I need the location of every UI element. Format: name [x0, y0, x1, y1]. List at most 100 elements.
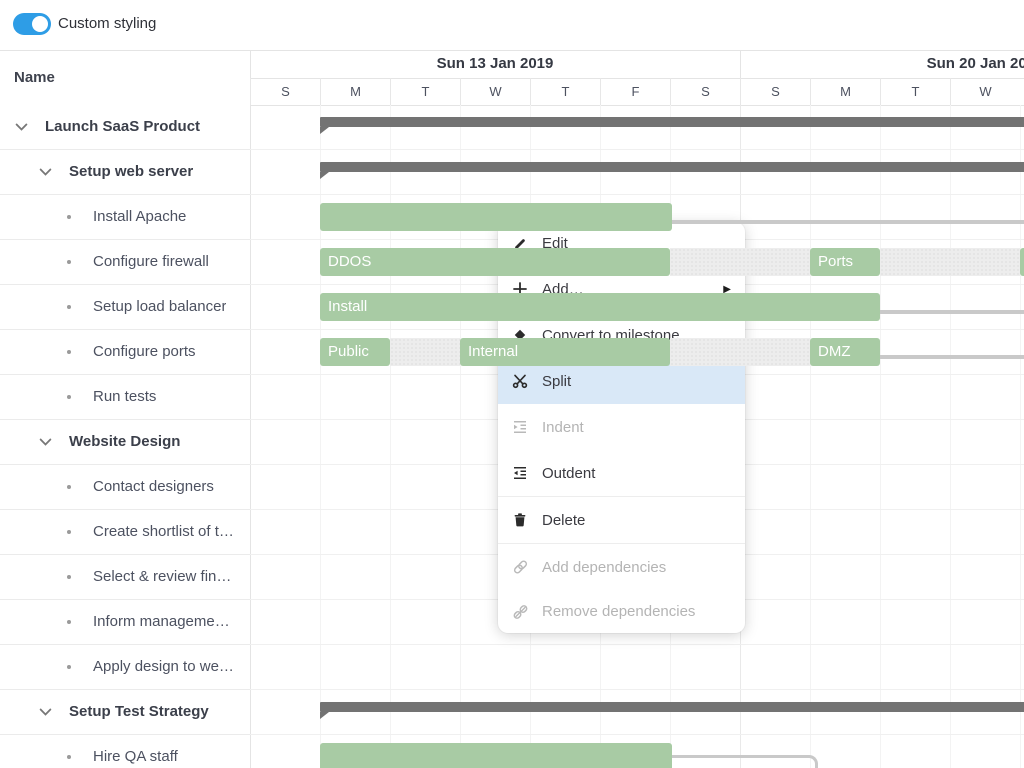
leaf-bullet-icon	[58, 510, 80, 554]
leaf-bullet-icon	[58, 735, 80, 768]
tree-row-website-design[interactable]: Website Design	[0, 420, 250, 465]
task-name-label: Setup web server	[69, 150, 193, 194]
split-gap-segment[interactable]	[670, 248, 810, 276]
menu-item-add-dependencies: Add dependencies	[498, 544, 745, 590]
outdent-icon	[512, 465, 532, 481]
leaf-bullet-icon	[58, 465, 80, 509]
day-header-cell: T	[390, 78, 460, 105]
expand-chevron-down-icon[interactable]	[34, 690, 56, 734]
task-bar-segment[interactable]	[320, 203, 672, 231]
task-bar-segment[interactable]	[320, 743, 672, 768]
name-column-header[interactable]: Name	[14, 50, 55, 105]
leaf-bullet-icon	[58, 600, 80, 644]
custom-styling-label: Custom styling	[58, 15, 156, 32]
dependency-line	[880, 355, 1024, 359]
expand-chevron-down-icon[interactable]	[34, 420, 56, 464]
summary-task-bar[interactable]	[320, 702, 1024, 712]
day-header-cell: S	[740, 78, 810, 105]
tree-row-apply-design-to-we-[interactable]: Apply design to we…	[0, 645, 250, 690]
menu-item-label: Add dependencies	[542, 559, 666, 576]
tree-row-setup-test-strategy[interactable]: Setup Test Strategy	[0, 690, 250, 735]
scissors-icon	[512, 373, 532, 389]
task-bar-segment-ports[interactable]: Ports	[810, 248, 880, 276]
expand-chevron-down-icon[interactable]	[34, 150, 56, 194]
leaf-bullet-icon	[58, 330, 80, 374]
indent-icon	[512, 419, 532, 435]
expand-chevron-down-icon[interactable]	[10, 105, 32, 149]
menu-item-label: Delete	[542, 512, 585, 529]
day-header-cell: T	[880, 78, 950, 105]
leaf-bullet-icon	[58, 195, 80, 239]
dependency-line	[672, 755, 818, 768]
leaf-bullet-icon	[58, 240, 80, 284]
week-header-0: Sun 13 Jan 2019	[250, 50, 740, 78]
day-header-cell: S	[250, 78, 320, 105]
task-name-label: Website Design	[69, 420, 180, 464]
task-name-label: Apply design to we…	[93, 645, 234, 689]
leaf-bullet-icon	[58, 285, 80, 329]
tree-row-hire-qa-staff[interactable]: Hire QA staff	[0, 735, 250, 768]
task-bar-segment-install[interactable]: Install	[320, 293, 880, 321]
day-header-cell: W	[950, 78, 1020, 105]
task-name-label: Contact designers	[93, 465, 214, 509]
task-name-label: Create shortlist of t…	[93, 510, 234, 554]
dependency-line	[672, 220, 1024, 224]
day-header-cell: S	[670, 78, 740, 105]
menu-item-label: Indent	[542, 419, 584, 436]
tree-row-select-review-fin-[interactable]: Select & review fin…	[0, 555, 250, 600]
task-bar-segment-dmz[interactable]: DMZ	[810, 338, 880, 366]
gantt-app: Custom styling Name Sun 13 Jan 2019Sun 2…	[0, 0, 1024, 768]
tree-row-install-apache[interactable]: Install Apache	[0, 195, 250, 240]
day-header-cell: T	[530, 78, 600, 105]
task-bar-segment[interactable]	[1020, 248, 1024, 276]
menu-item-outdent[interactable]: Outdent	[498, 450, 745, 496]
task-name-label: Launch SaaS Product	[45, 105, 200, 149]
week-header-1: Sun 20 Jan 2019	[740, 50, 1024, 78]
tree-row-contact-designers[interactable]: Contact designers	[0, 465, 250, 510]
timeline-row[interactable]	[250, 150, 1024, 195]
task-bar-segment-internal[interactable]: Internal	[460, 338, 670, 366]
task-name-label: Hire QA staff	[93, 735, 178, 768]
task-name-label: Run tests	[93, 375, 156, 419]
tree-row-launch-saas-product[interactable]: Launch SaaS Product	[0, 105, 250, 150]
task-context-menu: EditAdd…▶Convert to milestoneSplitIndent…	[498, 222, 745, 633]
menu-item-remove-dependencies: Remove dependencies	[498, 590, 745, 633]
split-gap-segment[interactable]	[880, 248, 1020, 276]
tree-row-inform-manageme-[interactable]: Inform manageme…	[0, 600, 250, 645]
dependency-line	[880, 310, 1024, 314]
tree-row-setup-load-balancer[interactable]: Setup load balancer	[0, 285, 250, 330]
trash-icon	[512, 512, 532, 528]
leaf-bullet-icon	[58, 555, 80, 599]
split-gap-segment[interactable]	[670, 338, 810, 366]
tree-row-create-shortlist-of-t-[interactable]: Create shortlist of t…	[0, 510, 250, 555]
tree-row-setup-web-server[interactable]: Setup web server	[0, 150, 250, 195]
task-name-label: Configure firewall	[93, 240, 209, 284]
custom-styling-toggle[interactable]	[13, 13, 51, 35]
day-header-cell: M	[320, 78, 390, 105]
day-header-cell: W	[460, 78, 530, 105]
leaf-bullet-icon	[58, 375, 80, 419]
tree-row-run-tests[interactable]: Run tests	[0, 375, 250, 420]
task-bar-segment-public[interactable]: Public	[320, 338, 390, 366]
task-bar-segment-ddos[interactable]: DDOS	[320, 248, 670, 276]
summary-task-bar[interactable]	[320, 117, 1024, 127]
tree-row-configure-ports[interactable]: Configure ports	[0, 330, 250, 375]
link-icon	[512, 559, 532, 575]
task-name-label: Configure ports	[93, 330, 196, 374]
tree-row-configure-firewall[interactable]: Configure firewall	[0, 240, 250, 285]
task-name-label: Inform manageme…	[93, 600, 230, 644]
menu-item-indent: Indent	[498, 404, 745, 450]
menu-item-delete[interactable]: Delete	[498, 497, 745, 543]
leaf-bullet-icon	[58, 645, 80, 689]
split-gap-segment[interactable]	[390, 338, 460, 366]
timeline-row[interactable]	[250, 690, 1024, 735]
link-broken-icon	[512, 604, 532, 620]
toggle-knob	[32, 16, 48, 32]
week-boundary-line	[740, 50, 741, 78]
timeline-row[interactable]	[250, 105, 1024, 150]
day-header-cell: F	[600, 78, 670, 105]
menu-item-label: Outdent	[542, 465, 595, 482]
timeline-row[interactable]	[250, 645, 1024, 690]
summary-task-bar[interactable]	[320, 162, 1024, 172]
toolbar: Custom styling	[0, 0, 1024, 50]
